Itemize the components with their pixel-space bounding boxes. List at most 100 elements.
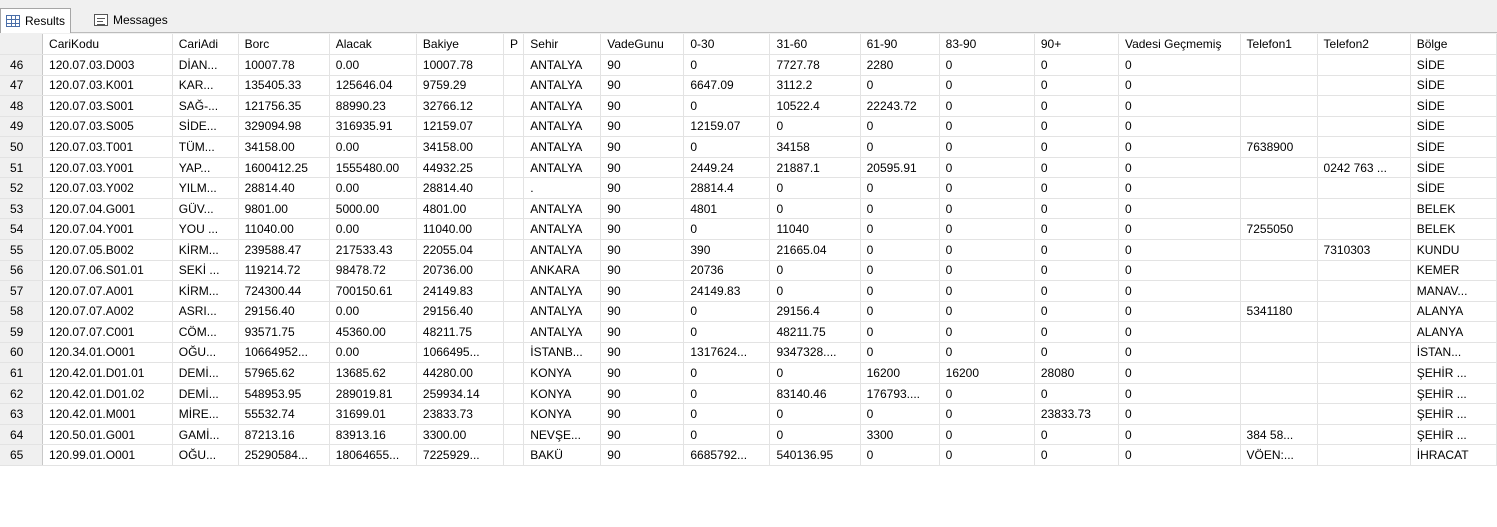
table-cell[interactable]: SEKİ ... (172, 260, 239, 282)
row-number[interactable]: 52 (0, 177, 44, 199)
row-number[interactable]: 63 (0, 403, 44, 425)
table-cell[interactable]: 21665.04 (769, 239, 861, 261)
table-row[interactable]: 64 120.50.01.G001 GAMİ... 87213.16 83913.16 3… (0, 424, 1497, 446)
table-cell[interactable]: 90 (600, 280, 685, 302)
table-cell[interactable]: 0 (683, 403, 771, 425)
table-cell[interactable]: 4801 (683, 198, 771, 220)
table-cell[interactable]: 0 (1118, 321, 1241, 343)
table-cell[interactable]: ALANYA (1410, 301, 1497, 323)
table-cell[interactable]: YAP... (172, 157, 239, 179)
table-cell[interactable]: ANTALYA (523, 321, 602, 343)
table-cell[interactable]: 120.07.07.A001 (42, 280, 173, 302)
table-cell[interactable]: 90 (600, 321, 685, 343)
table-cell[interactable]: 90 (600, 403, 685, 425)
table-cell[interactable]: 90 (600, 177, 685, 199)
table-cell[interactable]: 0 (939, 177, 1035, 199)
table-cell[interactable]: 20595.91 (860, 157, 940, 179)
table-cell[interactable]: 6647.09 (683, 75, 771, 97)
table-cell[interactable]: 125646.04 (329, 75, 417, 97)
table-cell[interactable] (503, 321, 525, 343)
table-cell[interactable]: 57965.62 (238, 362, 330, 384)
table-cell[interactable]: ŞEHİR ... (1410, 362, 1497, 384)
table-cell[interactable]: 0 (1034, 280, 1119, 302)
table-cell[interactable]: ANTALYA (523, 218, 602, 240)
table-cell[interactable]: ANTALYA (523, 95, 602, 117)
table-cell[interactable]: 540136.95 (769, 444, 861, 466)
table-cell[interactable]: 120.07.03.S001 (42, 95, 173, 117)
table-cell[interactable]: 0242 763 ... (1317, 157, 1411, 179)
table-cell[interactable]: 34158 (769, 136, 861, 158)
table-cell[interactable]: 0 (860, 321, 940, 343)
table-cell[interactable]: 0 (1118, 239, 1241, 261)
table-cell[interactable] (1317, 75, 1411, 97)
table-cell[interactable] (503, 260, 525, 282)
table-cell[interactable]: 120.07.04.Y001 (42, 218, 173, 240)
table-cell[interactable]: 21887.1 (769, 157, 861, 179)
table-cell[interactable] (1317, 260, 1411, 282)
table-cell[interactable]: 120.07.03.T001 (42, 136, 173, 158)
table-row[interactable]: 52 120.07.03.Y002 YILM... 28814.40 0.00 28814… (0, 177, 1497, 199)
table-row[interactable]: 60 120.34.01.O001 OĞU... 10664952... 0.00 106… (0, 342, 1497, 364)
table-cell[interactable]: 0 (1118, 362, 1241, 384)
table-cell[interactable]: 28814.4 (683, 177, 771, 199)
table-cell[interactable] (1317, 301, 1411, 323)
table-cell[interactable] (1317, 116, 1411, 138)
table-cell[interactable]: . (523, 177, 602, 199)
table-cell[interactable]: 34158.00 (416, 136, 505, 158)
table-cell[interactable] (1317, 95, 1411, 117)
results-grid[interactable]: CariKodu CariAdi Borc Alacak Bakiye P Sehir Vad… (0, 34, 1497, 527)
table-cell[interactable]: 120.07.07.C001 (42, 321, 173, 343)
table-cell[interactable]: 120.07.07.A002 (42, 301, 173, 323)
table-cell[interactable]: 289019.81 (329, 383, 417, 405)
column-header[interactable]: 61-90 (860, 34, 940, 56)
table-cell[interactable]: 120.99.01.O001 (42, 444, 173, 466)
column-header[interactable]: VadeGunu (600, 34, 685, 56)
table-cell[interactable]: 0 (939, 301, 1035, 323)
table-cell[interactable]: MİRE... (172, 403, 239, 425)
table-cell[interactable]: 90 (600, 157, 685, 179)
table-cell[interactable]: 239588.47 (238, 239, 330, 261)
table-cell[interactable]: KUNDU (1410, 239, 1497, 261)
table-cell[interactable]: SİDE (1410, 157, 1497, 179)
table-cell[interactable]: 0 (1118, 301, 1241, 323)
table-cell[interactable]: 9347328.... (769, 342, 861, 364)
column-header[interactable]: 83-90 (939, 34, 1035, 56)
table-cell[interactable]: ANTALYA (523, 75, 602, 97)
table-cell[interactable]: 10522.4 (769, 95, 861, 117)
table-cell[interactable] (1240, 157, 1318, 179)
table-row[interactable]: 53 120.07.04.G001 GÜV... 9801.00 5000.00 4801… (0, 198, 1497, 220)
table-cell[interactable]: KEMER (1410, 260, 1497, 282)
table-cell[interactable]: 0 (939, 424, 1035, 446)
table-cell[interactable] (503, 157, 525, 179)
table-cell[interactable] (1317, 342, 1411, 364)
table-cell[interactable]: OĞU... (172, 444, 239, 466)
table-cell[interactable] (1240, 239, 1318, 261)
table-cell[interactable]: ŞEHİR ... (1410, 403, 1497, 425)
table-cell[interactable]: 0 (683, 383, 771, 405)
table-cell[interactable]: 0 (683, 424, 771, 446)
table-cell[interactable]: 10007.78 (416, 54, 505, 76)
table-cell[interactable]: BELEK (1410, 198, 1497, 220)
table-cell[interactable]: 88990.23 (329, 95, 417, 117)
table-cell[interactable]: 0 (939, 239, 1035, 261)
table-cell[interactable]: 0 (1118, 157, 1241, 179)
table-cell[interactable]: 11040.00 (416, 218, 505, 240)
table-cell[interactable]: 7225929... (416, 444, 505, 466)
table-row[interactable]: 57 120.07.07.A001 KİRM... 724300.44 700150.6… (0, 280, 1497, 302)
table-cell[interactable]: KİRM... (172, 239, 239, 261)
table-cell[interactable]: 28080 (1034, 362, 1119, 384)
table-cell[interactable]: 3300.00 (416, 424, 505, 446)
table-cell[interactable]: 2280 (860, 54, 940, 76)
table-cell[interactable]: 0 (1034, 75, 1119, 97)
table-cell[interactable]: MANAV... (1410, 280, 1497, 302)
table-cell[interactable]: 0 (1034, 198, 1119, 220)
table-cell[interactable]: YOU ... (172, 218, 239, 240)
table-cell[interactable]: 0 (860, 239, 940, 261)
column-header[interactable]: Borc (238, 34, 330, 56)
table-row[interactable]: 54 120.07.04.Y001 YOU ... 11040.00 0.00 11040… (0, 218, 1497, 240)
table-cell[interactable]: 90 (600, 342, 685, 364)
row-number-header[interactable] (0, 34, 44, 56)
table-cell[interactable]: 1317624... (683, 342, 771, 364)
table-cell[interactable]: 0 (769, 280, 861, 302)
table-cell[interactable]: 0 (683, 95, 771, 117)
